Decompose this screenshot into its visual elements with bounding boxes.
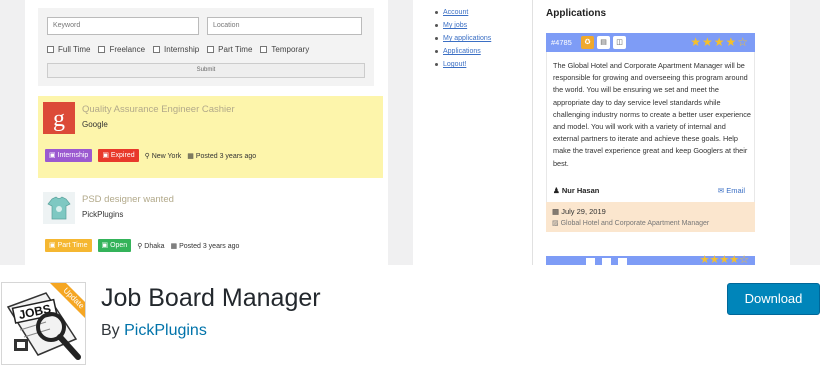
plugin-title: Job Board Manager bbox=[101, 284, 321, 312]
job-meta-row: ▣ Part Time ▣ Open ⚲ Dhaka ▦ Posted 3 ye… bbox=[45, 239, 239, 252]
application-job-ref[interactable]: ▨ Global Hotel and Corporate Apartment M… bbox=[552, 219, 709, 227]
filter-label: Freelance bbox=[109, 45, 146, 54]
checkbox[interactable] bbox=[98, 46, 106, 53]
calendar-icon: ▦ bbox=[170, 242, 178, 250]
application-body: The Global Hotel and Corporate Apartment… bbox=[546, 52, 755, 202]
job-meta-row: ▣ Internship ▣ Expired ⚲ New York ▦ Post… bbox=[45, 149, 256, 162]
edit-icon: ▨ bbox=[552, 220, 559, 227]
job-company: PickPlugins bbox=[82, 210, 124, 219]
rating-stars[interactable]: ★★★★☆ bbox=[690, 35, 749, 49]
job-list-screenshot: Keyword Location Full Time Freelance Int… bbox=[25, 0, 388, 265]
checkbox[interactable] bbox=[207, 46, 215, 53]
email-link[interactable]: ✉ Email bbox=[718, 186, 745, 195]
divider bbox=[532, 0, 533, 265]
menu-account[interactable]: Account bbox=[435, 6, 491, 19]
rating-stars: ★★★★☆ bbox=[699, 254, 749, 265]
application-id: #4785 bbox=[551, 38, 572, 47]
clipboard-icon bbox=[586, 258, 595, 265]
applications-heading: Applications bbox=[546, 8, 607, 19]
job-card-featured[interactable]: g Quality Assurance Engineer Cashier Goo… bbox=[38, 96, 383, 178]
account-menu: Account My jobs My applications Applicat… bbox=[435, 6, 491, 71]
tshirt-logo bbox=[43, 192, 75, 224]
plugin-author-line: By PickPlugins bbox=[101, 322, 207, 339]
submit-button[interactable]: Submit bbox=[47, 63, 365, 78]
filter-part-time[interactable]: Part Time bbox=[207, 45, 252, 54]
posted-date: ▦ Posted 3 years ago bbox=[187, 152, 257, 160]
filter-internship[interactable]: Internship bbox=[153, 45, 199, 54]
filter-label: Full Time bbox=[58, 45, 91, 54]
map-pin-icon: ⚲ bbox=[137, 242, 143, 250]
application-header: #4785 ✪ ▤ ◫ ★★★★☆ bbox=[546, 33, 755, 52]
checkbox[interactable] bbox=[47, 46, 54, 53]
filter-label: Internship bbox=[164, 45, 200, 54]
award-icon[interactable]: ✪ bbox=[581, 36, 594, 49]
filter-full-time[interactable]: Full Time bbox=[47, 45, 90, 54]
job-card[interactable]: PSD designer wanted PickPlugins ▣ Part T… bbox=[38, 186, 383, 262]
job-title[interactable]: PSD designer wanted bbox=[82, 194, 174, 205]
google-logo: g bbox=[43, 102, 75, 134]
application-date: ▦ July 29, 2019 bbox=[552, 207, 606, 216]
tag-internship: ▣ Internship bbox=[45, 149, 93, 162]
posted-date: ▦ Posted 3 years ago bbox=[170, 242, 240, 250]
menu-logout[interactable]: Logout! bbox=[435, 58, 491, 71]
application-footer: ▦ July 29, 2019 ▨ Global Hotel and Corpo… bbox=[546, 202, 755, 232]
applicant: ♟ Nur Hasan bbox=[553, 186, 600, 195]
clipboard-icon[interactable]: ▤ bbox=[597, 36, 610, 49]
menu-my-applications[interactable]: My applications bbox=[435, 32, 491, 45]
calendar-icon: ▦ bbox=[187, 152, 194, 160]
job-search-panel: Keyword Location Full Time Freelance Int… bbox=[38, 8, 374, 86]
location: ⚲ New York bbox=[144, 152, 182, 160]
checkbox[interactable] bbox=[260, 46, 268, 53]
location: ⚲ Dhaka bbox=[137, 242, 165, 250]
checkbox[interactable] bbox=[153, 46, 161, 53]
award-icon bbox=[618, 258, 627, 265]
plugin-banner: Keyword Location Full Time Freelance Int… bbox=[0, 0, 820, 265]
comment-icon[interactable]: ◫ bbox=[613, 36, 626, 49]
tag-open: ▣ Open bbox=[97, 239, 132, 252]
envelope-icon: ✉ bbox=[717, 186, 725, 195]
menu-my-jobs[interactable]: My jobs bbox=[435, 19, 491, 32]
job-company: Google bbox=[82, 120, 108, 129]
user-icon: ♟ bbox=[553, 186, 560, 195]
application-text: The Global Hotel and Corporate Apartment… bbox=[553, 61, 751, 168]
job-title[interactable]: Quality Assurance Engineer Cashier bbox=[82, 104, 235, 115]
svg-text:g: g bbox=[53, 106, 65, 132]
filter-freelance[interactable]: Freelance bbox=[98, 45, 145, 54]
application-header-next: ★★★★☆ bbox=[546, 254, 755, 265]
download-button[interactable]: Download bbox=[727, 283, 820, 315]
author-link[interactable]: PickPlugins bbox=[124, 322, 207, 339]
plugin-icon: JOBS Update bbox=[1, 282, 86, 365]
menu-applications[interactable]: Applications bbox=[435, 45, 491, 58]
location-input[interactable]: Location bbox=[207, 17, 362, 35]
job-type-filters: Full Time Freelance Internship Part Time… bbox=[47, 45, 309, 54]
tag-expired: ▣ Expired bbox=[98, 149, 139, 162]
applications-screenshot: Account My jobs My applications Applicat… bbox=[413, 0, 790, 265]
calendar-icon: ▦ bbox=[552, 207, 560, 216]
filter-label: Temporary bbox=[271, 45, 310, 54]
comment-icon bbox=[602, 258, 611, 265]
filter-temporary[interactable]: Temporary bbox=[260, 45, 309, 54]
filter-label: Part Time bbox=[218, 45, 253, 54]
tag-part-time: ▣ Part Time bbox=[45, 239, 92, 252]
keyword-input[interactable]: Keyword bbox=[47, 17, 199, 35]
map-pin-icon: ⚲ bbox=[144, 152, 150, 160]
